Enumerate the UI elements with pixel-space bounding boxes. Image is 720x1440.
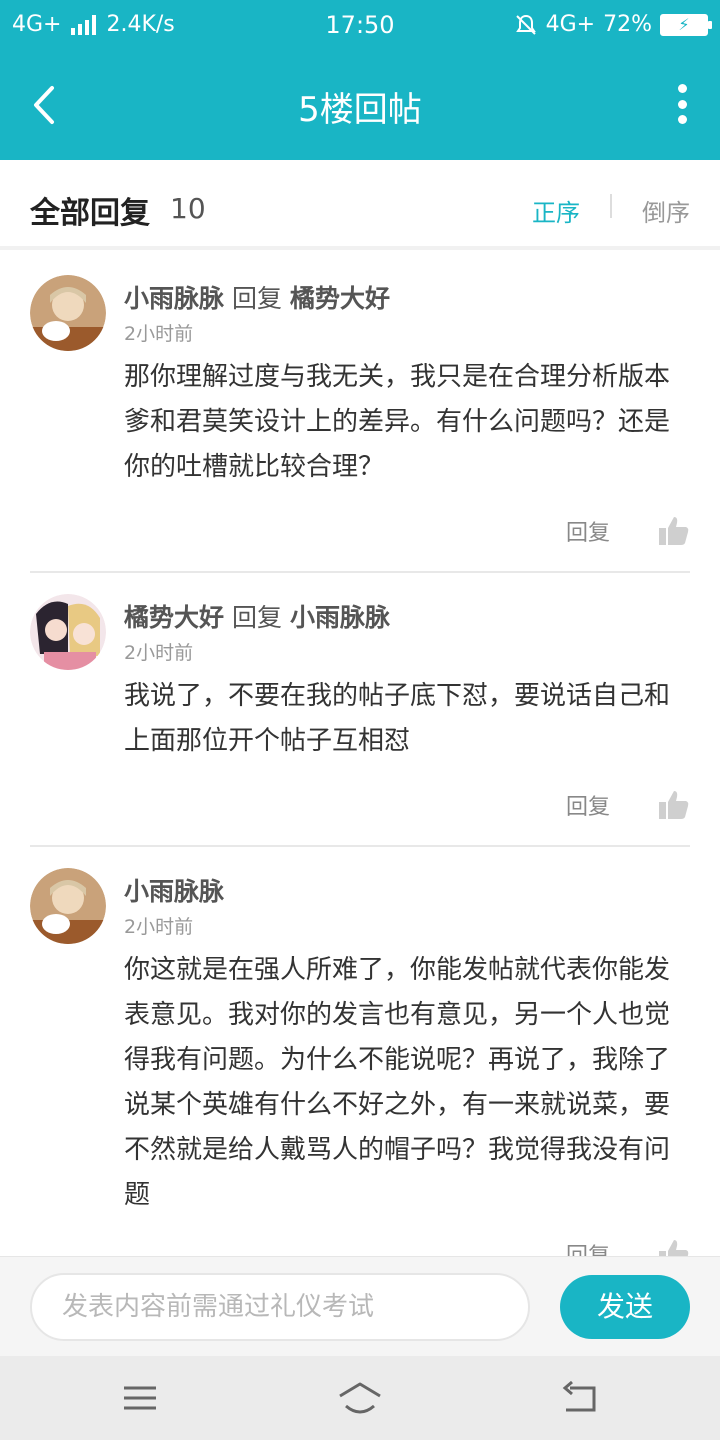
reply-content: 你这就是在强人所难了，你能发帖就代表你能发表意见。我对你的发言也有意见，另一个人… <box>124 955 671 1210</box>
network-type-right: 4G+ <box>545 12 596 37</box>
home-icon[interactable] <box>336 1378 384 1418</box>
sort-divider <box>610 194 612 218</box>
reply-content: 那你理解过度与我无关，我只是在合理分析版本爹和君莫笑设计上的差异。有什么问题吗？… <box>124 362 671 482</box>
post-time: 2小时前 <box>124 642 194 664</box>
author-name[interactable]: 小雨脉脉 <box>124 284 224 313</box>
reply-word: 回复 <box>231 603 282 632</box>
reply-word: 回复 <box>231 284 282 313</box>
comment-input[interactable]: 发表内容前需通过礼仪考试 <box>30 1273 530 1341</box>
nav-bar: 5楼回帖 <box>0 50 720 160</box>
reply-count: 10 <box>170 192 206 225</box>
mute-bell-icon <box>515 14 536 35</box>
author-name[interactable]: 小雨脉脉 <box>124 877 224 906</box>
thumbs-up-icon[interactable] <box>658 1238 690 1256</box>
reply-content: 我说了，不要在我的帖子底下怼，要说话自己和上面那位开个帖子互相怼 <box>124 681 671 756</box>
more-options-icon[interactable] <box>674 84 690 124</box>
send-button[interactable]: 发送 <box>560 1275 690 1339</box>
battery-percent: 72% <box>603 12 652 37</box>
status-bar: 4G+ 2.4K/s 17:50 4G+ 72% ⚡ <box>0 0 720 50</box>
reply-item: 小雨脉脉 2小时前 你这就是在强人所难了，你能发帖就代表你能发表意见。我对你的发… <box>30 868 690 1256</box>
thumbs-up-icon[interactable] <box>658 515 690 547</box>
post-time: 2小时前 <box>124 323 194 345</box>
reply-button[interactable]: 回复 <box>566 515 610 547</box>
divider <box>30 845 690 847</box>
sort-descending-button[interactable]: 倒序 <box>642 193 690 228</box>
author-name[interactable]: 橘势大好 <box>124 603 224 632</box>
reply-button[interactable]: 回复 <box>566 789 610 821</box>
avatar[interactable] <box>30 275 106 351</box>
page-title: 5楼回帖 <box>298 90 422 130</box>
reply-item: 小雨脉脉 回复 橘势大好 2小时前 那你理解过度与我无关，我只是在合理分析版本爹… <box>30 275 690 565</box>
comment-input-bar: 发表内容前需通过礼仪考试 发送 <box>0 1256 720 1356</box>
battery-icon: ⚡ <box>660 13 712 36</box>
system-nav-bar <box>0 1356 720 1440</box>
menu-icon[interactable] <box>120 1378 160 1418</box>
reply-button[interactable]: 回复 <box>566 1238 610 1256</box>
reply-item: 橘势大好 回复 小雨脉脉 2小时前 我说了，不要在我的帖子底下怼，要说话自己和上… <box>30 594 690 834</box>
avatar[interactable] <box>30 594 106 670</box>
thumbs-up-icon[interactable] <box>658 789 690 821</box>
back-icon[interactable] <box>560 1378 600 1418</box>
sort-ascending-button[interactable]: 正序 <box>532 193 580 228</box>
reply-to-name[interactable]: 小雨脉脉 <box>290 603 390 632</box>
sort-bar: 全部回复 10 正序 倒序 <box>0 160 720 250</box>
all-replies-heading: 全部回复 <box>30 196 150 231</box>
divider <box>30 571 690 573</box>
avatar[interactable] <box>30 868 106 944</box>
post-time: 2小时前 <box>124 916 194 938</box>
reply-to-name[interactable]: 橘势大好 <box>290 284 390 313</box>
